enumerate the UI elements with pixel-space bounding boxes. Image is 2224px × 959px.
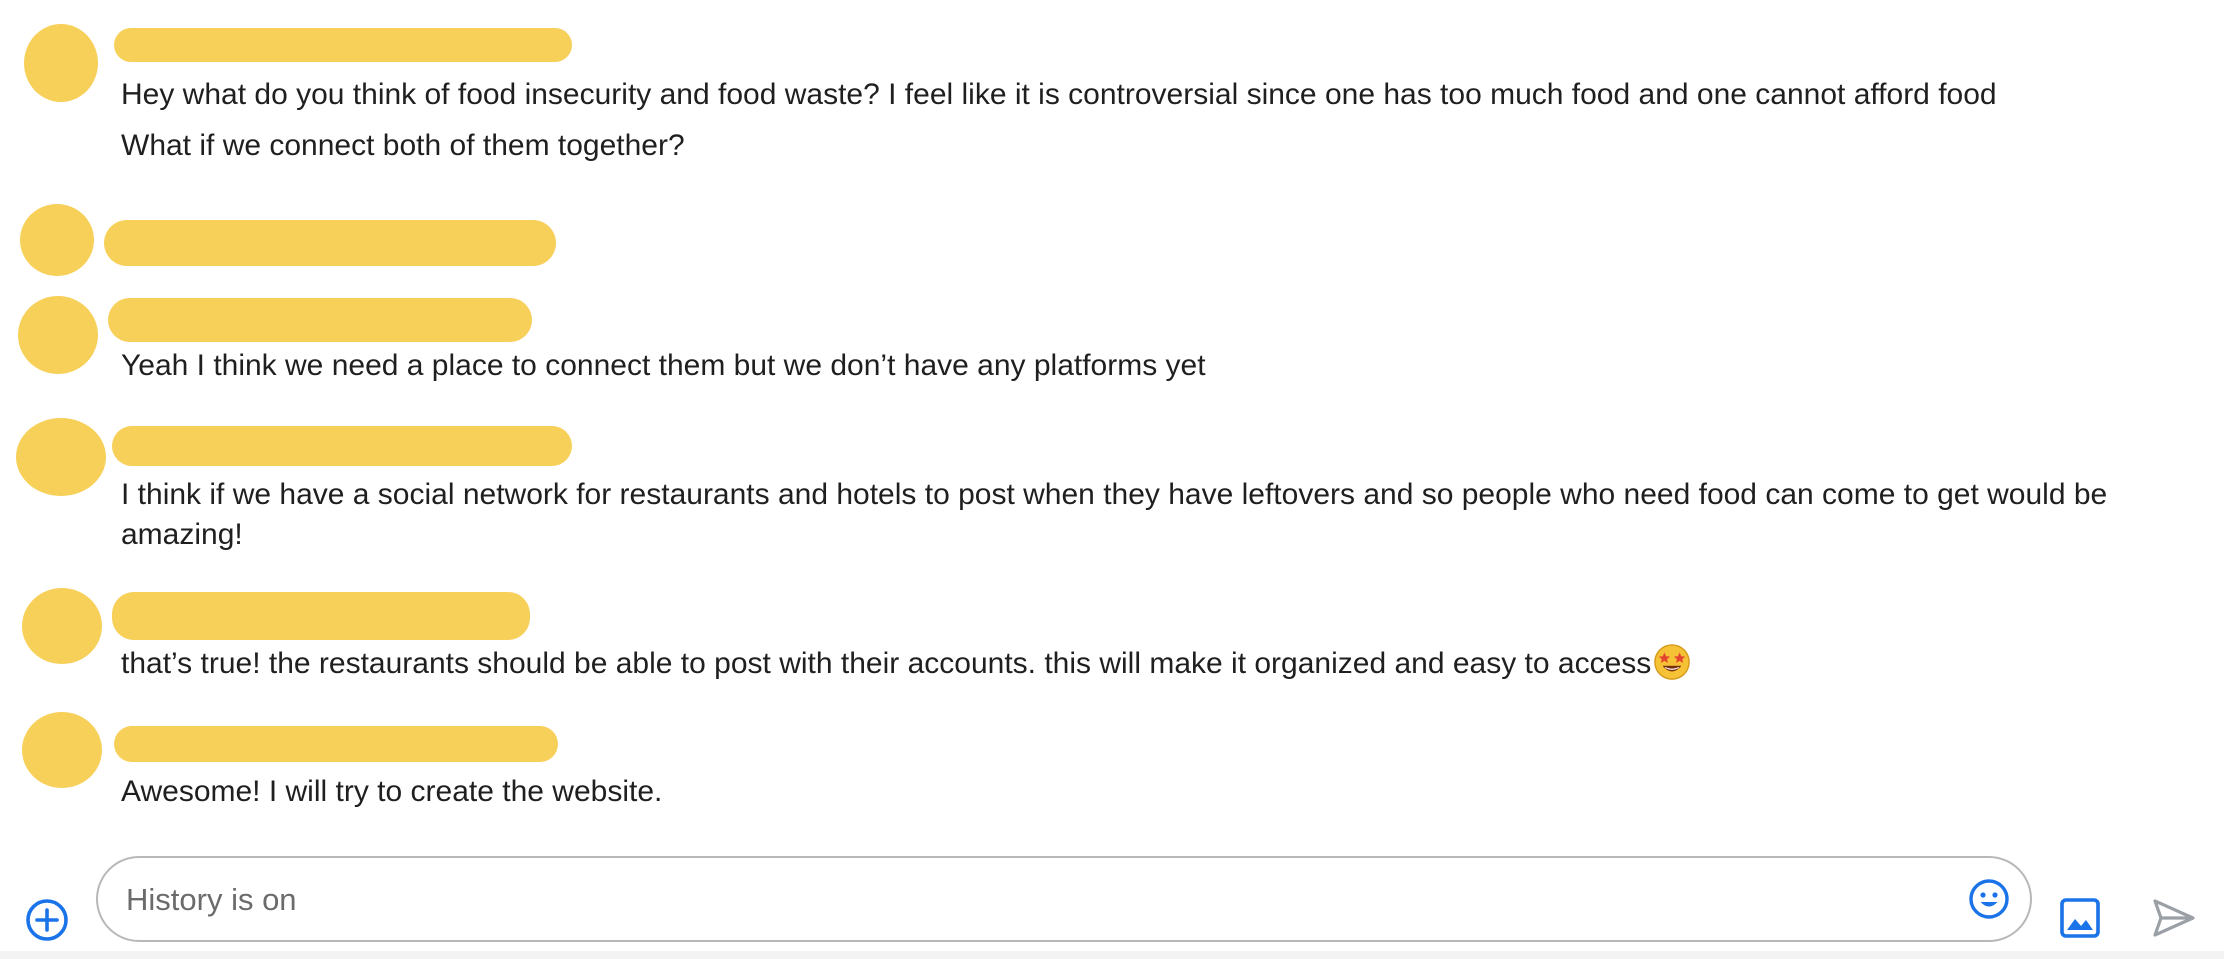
sender-name-redacted: [104, 220, 556, 266]
plus-circle-icon[interactable]: [24, 897, 70, 943]
sender-name-redacted: [112, 426, 572, 466]
message-text: Awesome! I will try to create the websit…: [121, 775, 663, 808]
image-icon[interactable]: [2059, 897, 2101, 939]
window-bottom-edge: [0, 951, 2224, 959]
message-input[interactable]: [124, 858, 1948, 942]
avatar[interactable]: [22, 588, 102, 664]
avatar[interactable]: [20, 204, 94, 276]
message-text: What if we connect both of them together…: [121, 129, 685, 162]
sender-name-redacted: [108, 298, 532, 342]
message-text: that’s true! the restaurants should be a…: [121, 643, 1691, 684]
avatar[interactable]: [16, 418, 106, 496]
sender-name-redacted: [114, 726, 558, 762]
chat-message-list: Hey what do you think of food insecurity…: [0, 0, 2224, 840]
message-input-container[interactable]: [96, 856, 2032, 942]
message-text-content: that’s true! the restaurants should be a…: [121, 647, 1652, 680]
star-struck-emoji: [1654, 644, 1691, 680]
sender-name-redacted: [112, 592, 530, 640]
sender-name-redacted: [114, 28, 572, 62]
send-icon[interactable]: [2152, 898, 2196, 938]
message-text: Hey what do you think of food insecurity…: [121, 78, 1997, 111]
smiley-icon[interactable]: [1968, 878, 2010, 920]
message-text: I think if we have a social network for …: [121, 478, 2108, 551]
message-text: Yeah I think we need a place to connect …: [121, 349, 1206, 382]
avatar[interactable]: [24, 24, 98, 102]
message-composer: [0, 840, 2224, 959]
avatar[interactable]: [22, 712, 102, 788]
avatar[interactable]: [18, 296, 98, 374]
